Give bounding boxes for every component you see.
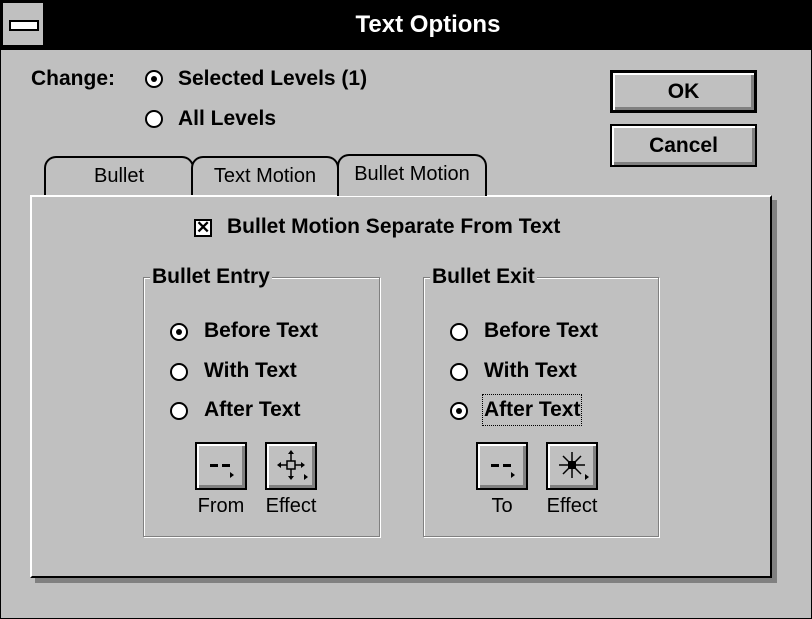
sparkle-effect-icon [559, 452, 589, 480]
all-levels-label[interactable]: All Levels [178, 105, 276, 133]
cancel-button[interactable]: Cancel [610, 124, 757, 167]
entry-after-text-radio[interactable] [170, 402, 188, 420]
title-bar: Text Options [1, 1, 811, 50]
bullet-motion-separate-label[interactable]: Bullet Motion Separate From Text [227, 213, 560, 241]
entry-from-caption: From [197, 495, 245, 517]
exit-effect-caption: Effect [546, 495, 598, 517]
tab-bullet[interactable]: Bullet [44, 156, 194, 196]
all-levels-radio[interactable] [145, 110, 163, 128]
entry-with-text-label[interactable]: With Text [204, 357, 297, 385]
exit-after-text-label[interactable]: After Text [481, 394, 583, 426]
exit-after-text-radio[interactable] [450, 402, 468, 420]
bullet-exit-title: Bullet Exit [430, 263, 537, 291]
change-label: Change: [31, 67, 115, 90]
entry-before-text-label[interactable]: Before Text [204, 317, 318, 345]
tab-text-motion[interactable]: Text Motion [191, 156, 339, 196]
exit-with-text-label[interactable]: With Text [484, 357, 577, 385]
tab-bullet-motion[interactable]: Bullet Motion [337, 154, 487, 196]
entry-with-text-radio[interactable] [170, 363, 188, 381]
entry-after-text-label[interactable]: After Text [204, 396, 300, 424]
bullet-entry-title: Bullet Entry [150, 263, 272, 291]
exit-to-caption: To [491, 495, 513, 517]
exit-to-button[interactable] [476, 442, 528, 490]
entry-effect-caption: Effect [265, 495, 317, 517]
move-effect-icon [277, 450, 308, 480]
bullet-exit-group: Bullet Exit Before Text With Text After … [423, 263, 659, 537]
exit-with-text-radio[interactable] [450, 363, 468, 381]
entry-effect-button[interactable] [265, 442, 317, 490]
system-menu-button[interactable] [3, 3, 45, 45]
cancel-button-label: Cancel [649, 134, 718, 157]
bullet-motion-panel: ✕ Bullet Motion Separate From Text Bulle… [30, 195, 772, 578]
exit-effect-button[interactable] [546, 442, 598, 490]
system-menu-icon [9, 20, 39, 31]
window-title: Text Options [355, 11, 501, 38]
entry-before-text-radio[interactable] [170, 323, 188, 341]
exit-before-text-radio[interactable] [450, 323, 468, 341]
entry-from-button[interactable] [195, 442, 247, 490]
selected-levels-radio[interactable] [145, 70, 163, 88]
direction-dash-icon [491, 464, 515, 478]
direction-dash-icon [210, 464, 234, 478]
exit-before-text-label[interactable]: Before Text [484, 317, 598, 345]
ok-button-label: OK [667, 80, 700, 103]
bullet-motion-separate-checkbox[interactable]: ✕ [194, 219, 212, 237]
selected-levels-label[interactable]: Selected Levels (1) [178, 65, 367, 93]
ok-button[interactable]: OK [610, 70, 757, 113]
text-options-dialog: Text Options Change: Selected Levels (1)… [0, 0, 812, 619]
bullet-entry-group: Bullet Entry Before Text With Text After… [143, 263, 380, 537]
